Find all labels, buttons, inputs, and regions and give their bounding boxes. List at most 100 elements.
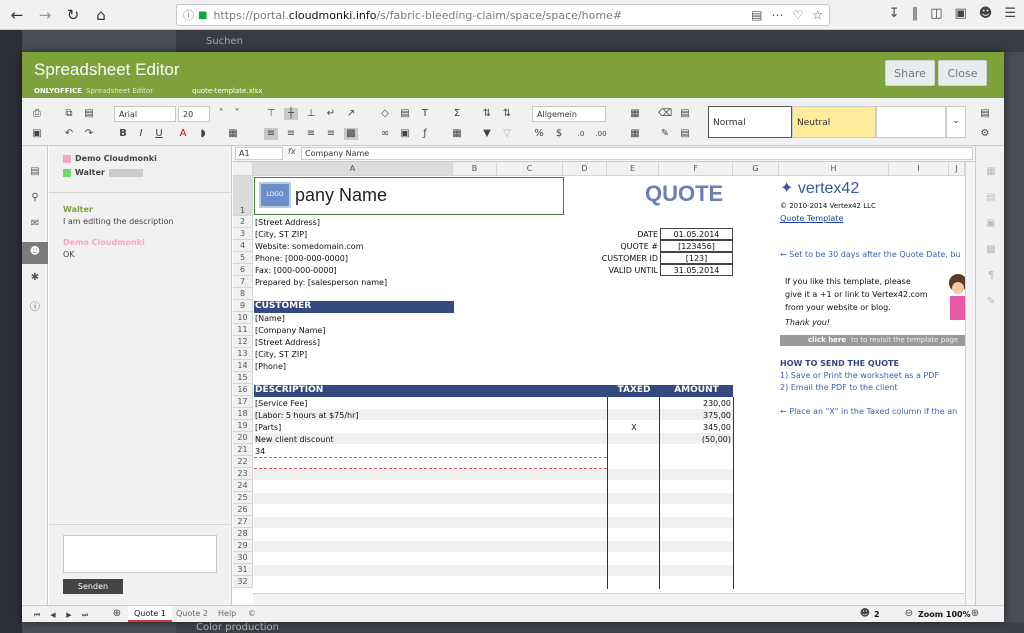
item-amount[interactable]: 375,00 [661,410,731,421]
share-button[interactable]: Share [885,60,935,86]
row-header[interactable]: 11 [233,324,253,336]
address-line[interactable]: Website: somedomain.com [255,241,364,252]
customer-line[interactable]: [Street Address] [255,337,320,348]
insert-shape-icon[interactable]: ◇ [378,108,392,120]
decrease-decimal-icon[interactable]: .0 [574,128,588,140]
customer-line[interactable]: [City, ST ZIP] [255,349,307,360]
clear-icon[interactable]: ⌫ [658,108,672,120]
row-header[interactable]: 25 [233,492,253,504]
address-bar[interactable]: ⓘ ■ https://portal. cloudmonki.info/s/fab… [176,4,830,26]
spreadsheet-grid[interactable]: A B C D E F G H I J 1 2 3 4 5 6 7 8 9 10… [233,162,965,605]
paragraph-settings-icon[interactable]: ¶ [984,270,998,284]
search-icon[interactable]: ⚲ [28,192,42,206]
forward-icon[interactable]: → [34,4,56,26]
sum-icon[interactable]: Σ [450,108,464,120]
conditional-format-icon[interactable]: ▤ [678,128,692,140]
item-description[interactable]: [Labor: 5 hours at $75/hr] [255,410,359,421]
italic-icon[interactable]: I [134,128,148,140]
column-header[interactable]: C [497,162,563,176]
borders-icon[interactable]: ▦ [226,128,240,140]
copy-icon[interactable]: ⧉ [62,108,76,120]
format-painter-icon[interactable]: ✎ [658,128,672,140]
horizontal-scrollbar[interactable] [253,593,965,605]
insert-function-button[interactable]: fx [288,147,296,156]
quote-template-link[interactable]: Quote Template [780,213,843,224]
row-header[interactable]: 15 [233,372,253,384]
styles-dropdown-icon[interactable]: ⌄ [946,106,966,138]
bookmark-star-icon[interactable]: ☆ [812,8,823,22]
home-icon[interactable]: ⌂ [90,4,112,26]
comments-icon[interactable]: ✉ [28,218,42,232]
customer-line[interactable]: [Name] [255,313,285,324]
last-sheet-icon[interactable]: ⏭ [78,609,92,621]
column-header[interactable]: A [253,162,453,176]
justify-icon[interactable]: ≡ [324,128,338,140]
item-description[interactable]: [Service Fee] [255,398,307,409]
item-description[interactable]: New client discount [255,434,334,445]
column-header[interactable]: E [607,162,659,176]
align-middle-icon[interactable]: ┼ [284,108,298,120]
increase-font-icon[interactable]: ˄ [214,108,228,120]
filter-icon[interactable]: ▼ [480,128,494,140]
column-header[interactable]: J [949,162,965,176]
chart-settings-icon[interactable]: ▩ [984,244,998,258]
first-sheet-icon[interactable]: ⏮ [30,609,44,621]
customer-line[interactable]: [Company Name] [255,325,325,336]
account-icon[interactable]: ☻ [979,6,993,21]
row-header[interactable]: 1 [233,176,253,216]
plugins-icon[interactable]: ✱ [28,272,42,286]
row-header[interactable]: 32 [233,576,253,588]
column-header[interactable]: H [779,162,889,176]
column-header[interactable]: B [453,162,497,176]
row-header[interactable]: 22 [233,456,253,468]
row-header[interactable]: 8 [233,288,253,300]
style-neutral[interactable]: Neutral [792,106,876,138]
table-icon[interactable]: ▦ [450,128,464,140]
file-icon[interactable]: ▤ [28,166,42,180]
hyperlink-icon[interactable]: ∞ [378,128,392,140]
redo-icon[interactable]: ↷ [82,128,96,140]
undo-icon[interactable]: ↶ [62,128,76,140]
align-left-icon[interactable]: ≡ [264,128,278,140]
font-color-icon[interactable]: A [176,128,190,140]
align-bottom-icon[interactable]: ⊥ [304,108,318,120]
table-settings-icon[interactable]: ▤ [984,192,998,206]
row-header[interactable]: 20 [233,432,253,444]
zoom-out-icon[interactable]: ⊖ [902,608,916,620]
item-description[interactable]: [Parts] [255,422,281,433]
sheet-tab[interactable]: Quote 2 [170,606,214,622]
merge-cells-icon[interactable]: ▩ [344,128,358,140]
sheet-tab[interactable]: Help [212,606,242,622]
column-header[interactable]: F [659,162,733,176]
style-empty[interactable] [876,106,946,138]
save-icon[interactable]: ▣ [30,128,44,140]
underline-icon[interactable]: U [152,128,166,140]
item-taxed[interactable]: X [608,422,660,433]
close-button[interactable]: Close [938,60,987,86]
signature-settings-icon[interactable]: ✎ [984,296,998,310]
row-header[interactable]: 19 [233,420,253,432]
download-icon[interactable]: ↧ [889,6,900,21]
advanced-settings-icon[interactable]: ⚙ [978,128,992,140]
row-header[interactable]: 6 [233,264,253,276]
image-settings-icon[interactable]: ▣ [984,218,998,232]
row-header[interactable]: 12 [233,336,253,348]
address-line[interactable]: [City, ST ZIP] [255,229,307,240]
prev-sheet-icon[interactable]: ◀ [46,609,60,621]
formula-input[interactable]: Company Name [301,147,973,160]
row-header[interactable]: 17 [233,396,253,408]
menu-icon[interactable]: ☰ [1004,6,1016,21]
cell-settings-icon[interactable]: ▦ [984,166,998,180]
align-right-icon[interactable]: ≡ [304,128,318,140]
row-header[interactable]: 24 [233,480,253,492]
row-header[interactable]: 18 [233,408,253,420]
address-line[interactable]: Prepared by: [salesperson name] [255,277,387,288]
row-header[interactable]: 27 [233,516,253,528]
insert-image-icon[interactable]: ▣ [398,128,412,140]
align-top-icon[interactable]: ⊤ [264,108,278,120]
row-header[interactable]: 23 [233,468,253,480]
company-name-cell[interactable]: pany Name [295,184,387,206]
copy-style-icon[interactable]: ▤ [678,108,692,120]
sidebar-toggle-icon[interactable]: ◫ [930,6,942,21]
function-icon[interactable]: ƒ [418,128,432,140]
